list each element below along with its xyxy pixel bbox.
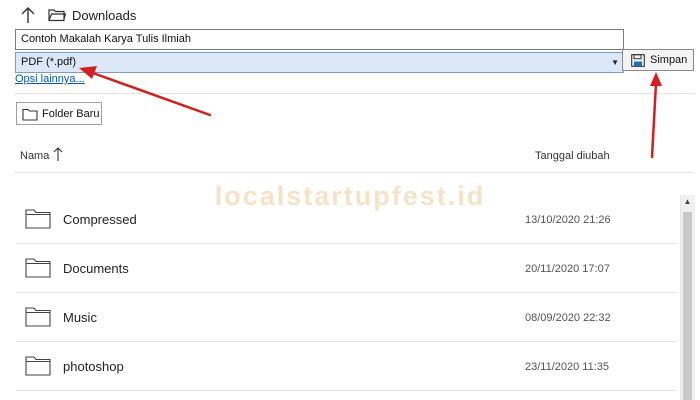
folder-open-icon — [48, 9, 66, 22]
location-breadcrumb[interactable]: Downloads — [72, 8, 136, 23]
header-divider — [14, 172, 694, 173]
file-name: Music — [63, 310, 97, 325]
sort-ascending-icon — [53, 147, 63, 161]
file-name: photoshop — [63, 359, 124, 374]
divider — [14, 93, 694, 94]
file-date: 23/11/2020 11:35 — [525, 361, 610, 373]
filetype-value: PDF (*.pdf) — [21, 56, 77, 68]
file-date: 20/11/2020 17:07 — [525, 263, 610, 275]
new-folder-button[interactable]: Folder Baru — [16, 102, 102, 125]
scroll-up-icon[interactable]: ▲ — [680, 195, 695, 209]
new-folder-label: Folder Baru — [42, 108, 100, 120]
file-name: Compressed — [63, 212, 137, 227]
more-options-link[interactable]: Opsi lainnya... — [15, 73, 85, 85]
save-button[interactable]: Simpan — [622, 49, 694, 71]
folder-icon — [22, 108, 38, 121]
folder-icon — [25, 356, 51, 376]
chevron-down-icon: ▼ — [611, 58, 619, 67]
save-button-label: Simpan — [650, 54, 688, 66]
file-row[interactable]: Music 08/09/2020 22:32 — [16, 293, 677, 342]
file-name: Documents — [63, 261, 129, 276]
file-row[interactable]: Documents 20/11/2020 17:07 — [16, 244, 677, 293]
folder-icon — [25, 209, 51, 229]
filetype-select[interactable]: PDF (*.pdf) ▼ — [15, 52, 624, 73]
file-row[interactable]: Compressed 13/10/2020 21:26 — [16, 195, 677, 244]
file-date: 08/09/2020 22:32 — [525, 312, 611, 324]
annotation-arrow-save — [650, 72, 662, 159]
file-date: 13/10/2020 21:26 — [525, 214, 611, 226]
row-divider — [16, 390, 677, 391]
arrow-up-icon[interactable] — [18, 5, 38, 25]
filename-input[interactable]: Contoh Makalah Karya Tulis Ilmiah — [15, 29, 624, 50]
column-header-name[interactable]: Nama — [20, 150, 49, 162]
folder-icon — [25, 307, 51, 327]
scrollbar-thumb[interactable] — [683, 212, 692, 400]
folder-icon — [25, 258, 51, 278]
save-disk-icon — [631, 54, 645, 67]
file-row[interactable]: photoshop 23/11/2020 11:35 — [16, 342, 677, 391]
column-header-date[interactable]: Tanggal diubah — [535, 150, 610, 162]
